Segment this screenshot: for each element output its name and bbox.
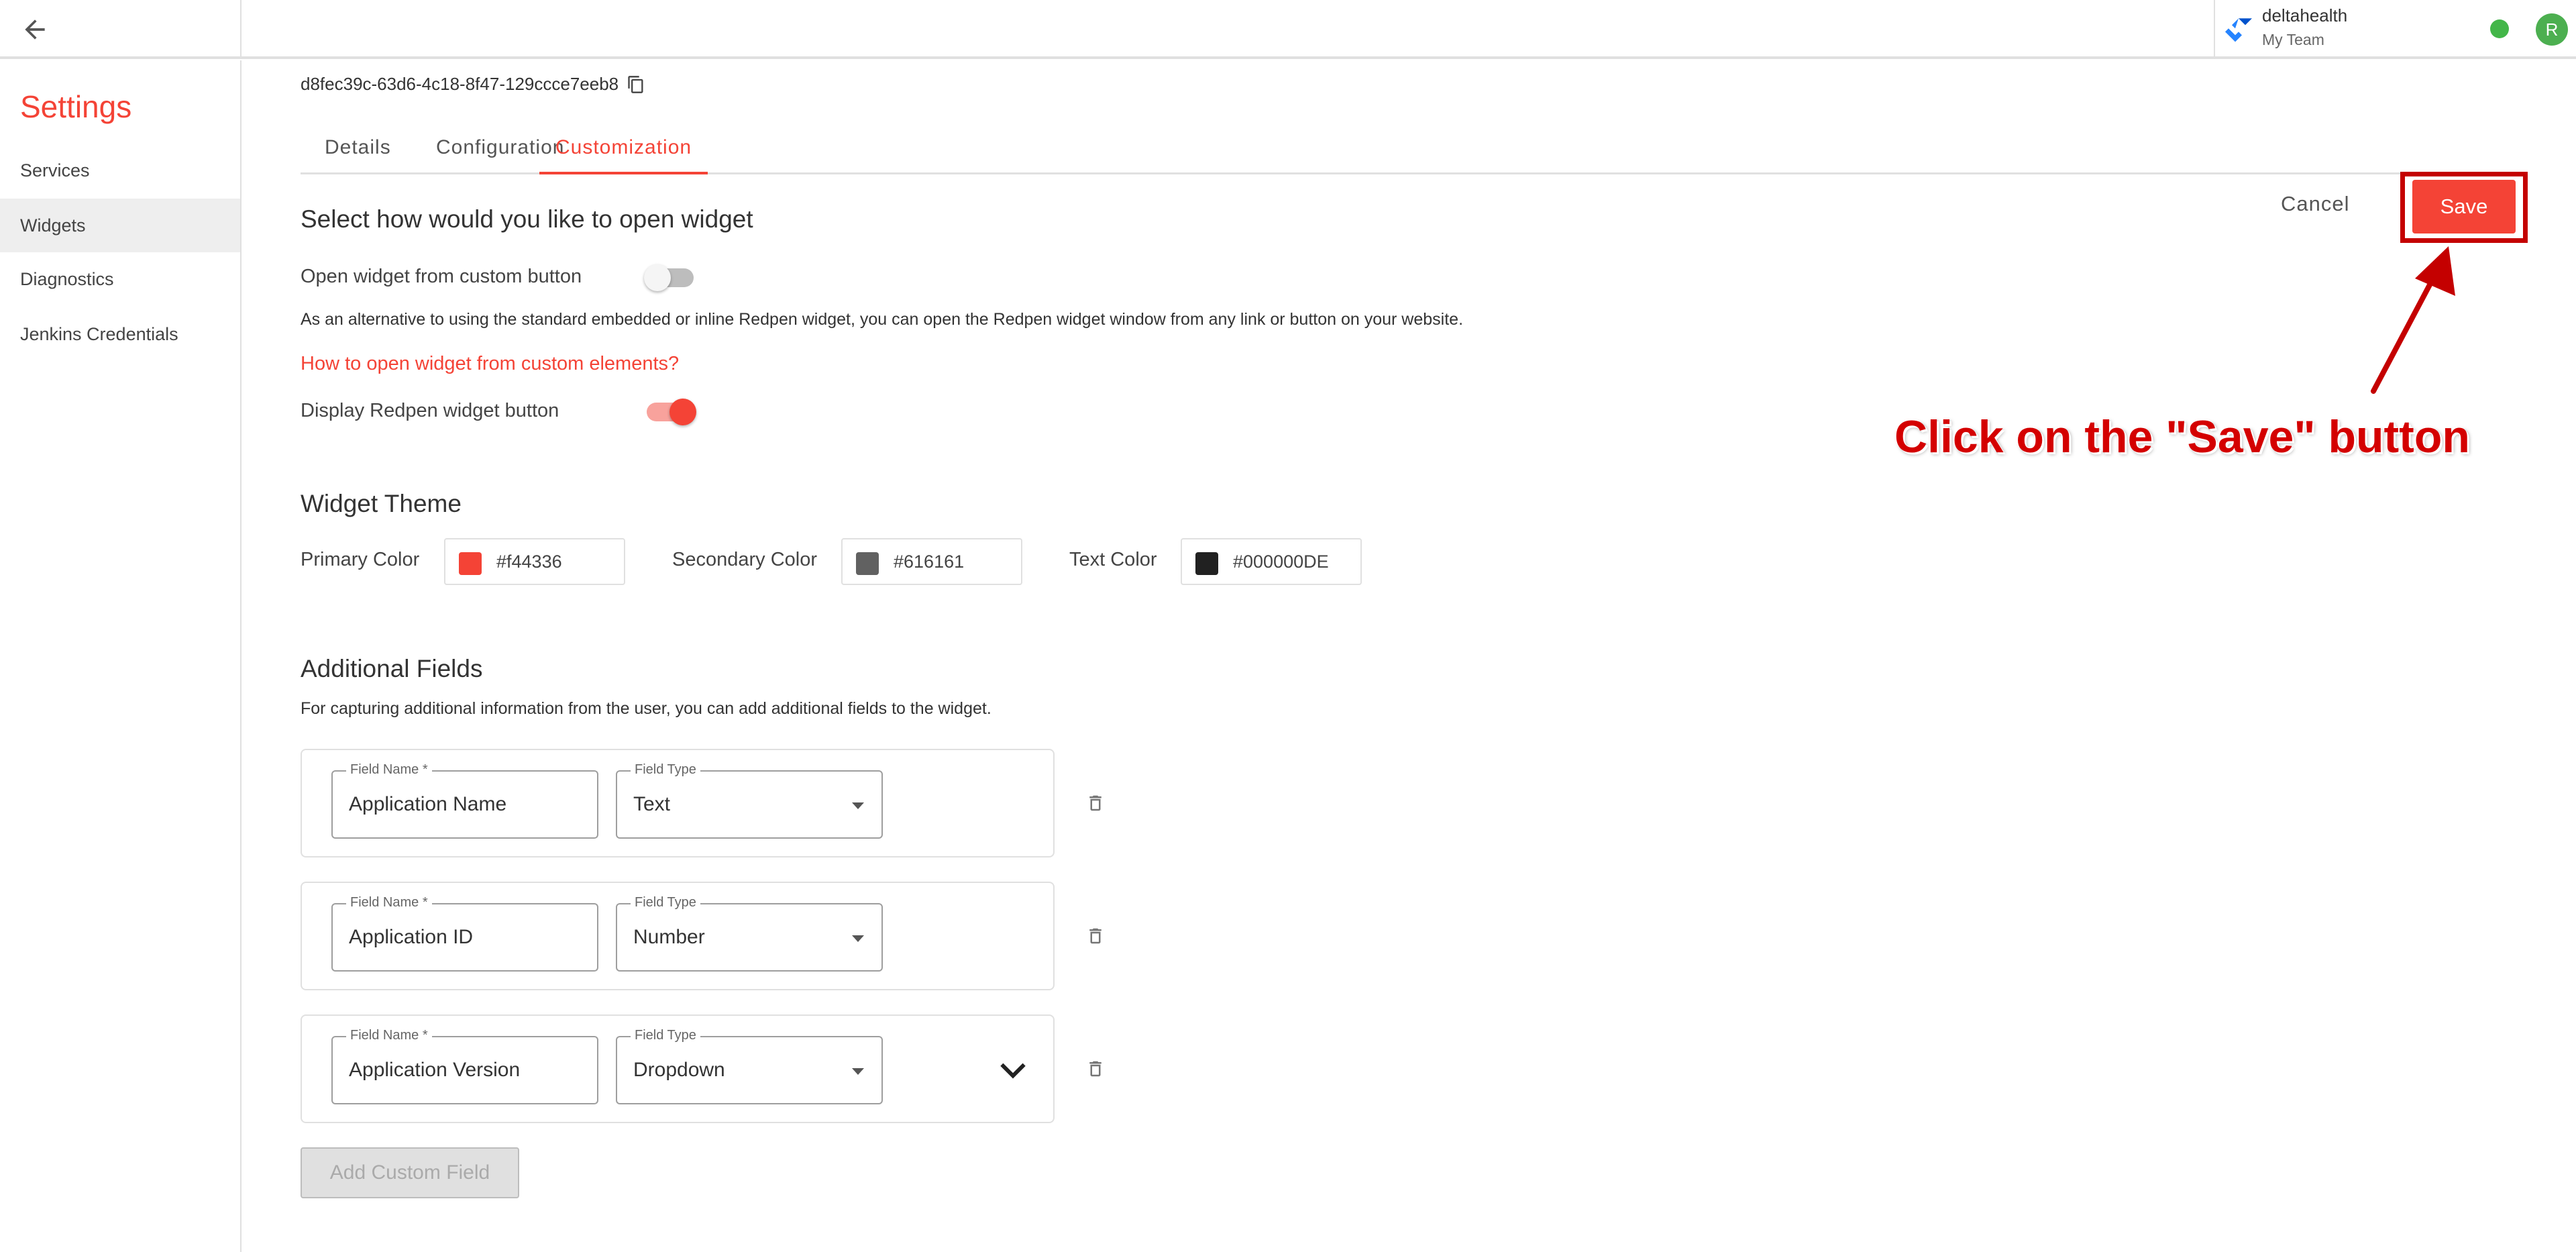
field-type-select[interactable]: Field Type Text — [616, 762, 883, 839]
main-content: d8fec39c-63d6-4c18-8f47-129ccce7eeb8 Det… — [241, 60, 2576, 1252]
tab-customization[interactable]: Customization — [539, 127, 708, 174]
sidebar-item-diagnostics[interactable]: Diagnostics — [0, 252, 240, 306]
sidebar-item-services[interactable]: Services — [0, 144, 240, 197]
additional-fields-heading: Additional Fields — [301, 655, 483, 682]
widget-id: d8fec39c-63d6-4c18-8f47-129ccce7eeb8 — [301, 74, 619, 94]
primary-color-value: #f44336 — [496, 552, 562, 572]
sidebar-item-jenkins-credentials[interactable]: Jenkins Credentials — [0, 307, 240, 361]
custom-button-label: Open widget from custom button — [301, 266, 582, 287]
custom-field-row: Field Name * Application ID Field Type N… — [301, 882, 1055, 990]
custom-field-row: Field Name * Application Version Field T… — [301, 1014, 1055, 1123]
back-area — [0, 0, 241, 59]
field-name-label: Field Name * — [346, 895, 432, 910]
add-custom-field-button[interactable]: Add Custom Field — [301, 1147, 519, 1198]
text-color-swatch[interactable] — [1195, 552, 1218, 575]
settings-sidebar: Settings Services Widgets Diagnostics Je… — [0, 60, 241, 1252]
tab-details[interactable]: Details — [325, 127, 391, 174]
field-type-label: Field Type — [631, 895, 700, 910]
field-name-input[interactable]: Field Name * Application Version — [331, 1028, 598, 1104]
expand-options-chevron-icon[interactable] — [1000, 1060, 1026, 1080]
field-type-value: Number — [633, 926, 705, 948]
text-color-label: Text Color — [1069, 549, 1157, 570]
field-type-select[interactable]: Field Type Number — [616, 895, 883, 972]
field-type-label: Field Type — [631, 1028, 700, 1043]
field-name-value: Application ID — [349, 926, 474, 948]
dropdown-caret-icon — [852, 935, 864, 942]
copy-icon[interactable] — [627, 75, 645, 94]
field-name-input[interactable]: Field Name * Application ID — [331, 895, 598, 972]
field-type-label: Field Type — [631, 762, 700, 778]
field-name-input[interactable]: Field Name * Application Name — [331, 762, 598, 839]
custom-button-toggle[interactable] — [644, 264, 694, 291]
toggle-knob — [644, 264, 671, 291]
dropdown-caret-icon — [852, 802, 864, 809]
dropdown-caret-icon — [852, 1068, 864, 1075]
field-type-value: Dropdown — [633, 1059, 725, 1081]
avatar[interactable]: R — [2536, 13, 2568, 46]
custom-button-description: As an alternative to using the standard … — [301, 310, 1464, 329]
secondary-color-value: #616161 — [894, 552, 965, 572]
top-bar: deltahealth My Team R — [0, 0, 2576, 59]
field-type-value: Text — [633, 793, 671, 815]
field-name-value: Application Version — [349, 1059, 521, 1081]
team-switcher[interactable]: deltahealth My Team R — [2214, 0, 2576, 59]
field-type-select[interactable]: Field Type Dropdown — [616, 1028, 883, 1104]
delete-field-icon[interactable] — [1085, 1057, 1106, 1080]
team-logo-icon — [2225, 18, 2252, 42]
cancel-button[interactable]: Cancel — [2281, 192, 2350, 216]
team-name: deltahealth — [2262, 5, 2348, 25]
team-subtitle: My Team — [2262, 31, 2324, 48]
text-color-input[interactable]: #000000DE — [1181, 538, 1362, 585]
custom-field-row: Field Name * Application Name Field Type… — [301, 749, 1055, 857]
sidebar-item-widgets[interactable]: Widgets — [0, 199, 240, 252]
widget-id-row: d8fec39c-63d6-4c18-8f47-129ccce7eeb8 — [301, 74, 645, 95]
secondary-color-input[interactable]: #616161 — [841, 538, 1022, 585]
toggle-knob — [669, 399, 696, 425]
secondary-color-label: Secondary Color — [672, 549, 817, 570]
back-arrow-icon[interactable] — [20, 15, 50, 44]
delete-field-icon[interactable] — [1085, 792, 1106, 815]
annotation-callout: Click on the "Save" button — [1894, 411, 2470, 462]
annotation-arrow-icon — [2371, 246, 2455, 394]
additional-fields-description: For capturing additional information fro… — [301, 699, 991, 718]
primary-color-label: Primary Color — [301, 549, 420, 570]
text-color-value: #000000DE — [1233, 552, 1329, 572]
online-status-icon — [2490, 19, 2509, 38]
field-name-value: Application Name — [349, 793, 507, 815]
custom-elements-help-link[interactable]: How to open widget from custom elements? — [301, 353, 679, 375]
delete-field-icon[interactable] — [1085, 925, 1106, 947]
open-widget-heading: Select how would you like to open widget — [301, 205, 753, 233]
sidebar-title: Settings — [20, 89, 132, 124]
widget-tabs: Details Configuration Customization — [301, 127, 2514, 174]
display-button-toggle[interactable] — [647, 399, 696, 425]
display-button-label: Display Redpen widget button — [301, 400, 559, 421]
primary-color-swatch[interactable] — [459, 552, 482, 575]
secondary-color-swatch[interactable] — [856, 552, 879, 575]
save-button[interactable]: Save — [2412, 180, 2516, 233]
field-name-label: Field Name * — [346, 1028, 432, 1043]
widget-theme-heading: Widget Theme — [301, 490, 462, 517]
field-name-label: Field Name * — [346, 762, 432, 778]
primary-color-input[interactable]: #f44336 — [444, 538, 625, 585]
